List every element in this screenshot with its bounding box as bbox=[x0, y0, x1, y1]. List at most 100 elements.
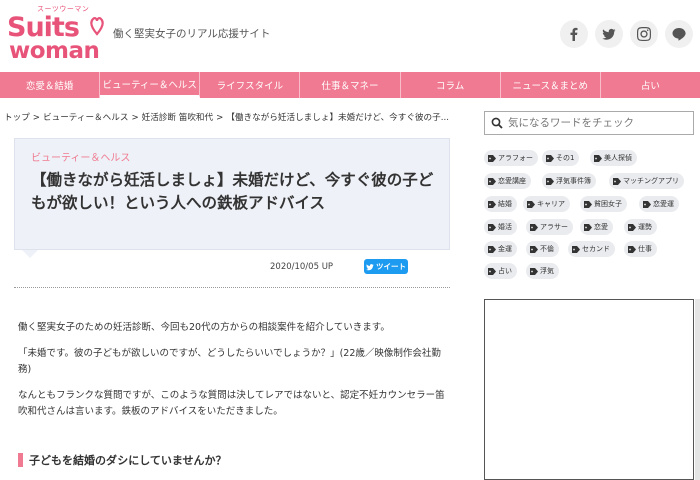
breadcrumb-separator: > bbox=[131, 113, 139, 123]
instagram-button[interactable] bbox=[630, 20, 658, 48]
tag-item[interactable]: セカンド bbox=[568, 241, 615, 257]
tag-label: 不倫 bbox=[540, 245, 554, 253]
tag-item[interactable]: 婚活 bbox=[484, 219, 517, 235]
article-paragraph: 働く堅実女子のための妊活診断、今回も20代の方からの相談案件を紹介していきます。 bbox=[18, 322, 390, 333]
line-icon bbox=[672, 28, 686, 41]
tag-label: セカンド bbox=[582, 245, 610, 253]
article-paragraph: なんともフランクな質問ですが、このような質問は決してレアではないと、認定不妊カウ… bbox=[18, 390, 445, 418]
tag-icon bbox=[546, 154, 554, 162]
nav-label: ニュース＆まとめ bbox=[512, 81, 589, 92]
tag-item[interactable]: 占い bbox=[484, 263, 517, 279]
tweet-button[interactable]: ツイート bbox=[364, 259, 408, 274]
tag-icon bbox=[546, 177, 554, 185]
tag-icon bbox=[584, 200, 592, 208]
nav-item-love[interactable]: 恋愛＆結婚 bbox=[0, 72, 101, 98]
tag-icon bbox=[488, 223, 496, 231]
tag-item[interactable]: 恋愛講座 bbox=[484, 173, 531, 189]
publish-date: 2020/10/05 UP bbox=[270, 262, 334, 272]
tag-item[interactable]: 恋愛 bbox=[580, 219, 613, 235]
tag-label: キャリア bbox=[537, 200, 565, 208]
breadcrumb-home[interactable]: トップ bbox=[4, 113, 30, 123]
breadcrumb: トップ > ビューティー＆ヘルス > 妊活診断 笛吹和代 > 【働きながら妊活しましょ】未婚… bbox=[4, 111, 460, 123]
nav-label: ライフスタイル bbox=[216, 81, 284, 92]
tag-icon bbox=[584, 223, 592, 231]
twitter-button[interactable] bbox=[595, 20, 623, 48]
nav-item-column[interactable]: コラム bbox=[401, 72, 501, 98]
nav-item-beauty[interactable]: ビューティー＆ヘルス bbox=[100, 72, 201, 98]
tag-icon bbox=[488, 200, 496, 208]
tag-icon bbox=[530, 245, 538, 253]
facebook-icon bbox=[570, 27, 578, 41]
ad-slot[interactable] bbox=[484, 299, 694, 480]
tag-label: マッチングアプリ bbox=[623, 177, 679, 185]
twitter-icon bbox=[602, 28, 616, 40]
tag-label: 恋愛運 bbox=[653, 200, 674, 208]
article-paragraph: 「未婚です。彼の子どもが欲しいのですが、どうしたらいいでしょうか？」(22歳／映… bbox=[18, 348, 441, 376]
tag-item[interactable]: 美人探偵 bbox=[590, 150, 637, 166]
logo-woman-text: woman bbox=[9, 38, 100, 64]
tag-item[interactable]: 恋愛運 bbox=[639, 196, 679, 212]
nav-item-news[interactable]: ニュース＆まとめ bbox=[501, 72, 601, 98]
breadcrumb-separator: > bbox=[32, 113, 40, 123]
divider bbox=[14, 287, 450, 288]
tag-icon bbox=[530, 267, 538, 275]
tag-label: 結婚 bbox=[498, 200, 512, 208]
tag-icon bbox=[488, 245, 496, 253]
section-heading-text: 子どもを結婚のダシにしていませんか？ bbox=[29, 454, 227, 467]
tag-icon bbox=[530, 223, 538, 231]
heading-accent-bar bbox=[18, 453, 23, 467]
tag-item[interactable]: キャリア bbox=[523, 196, 570, 212]
nav-label: ビューティー＆ヘルス bbox=[102, 79, 197, 91]
nav-item-fortune[interactable]: 占い bbox=[601, 72, 700, 98]
tag-label: 金運 bbox=[498, 245, 512, 253]
nav-label: コラム bbox=[436, 81, 465, 92]
site-logo[interactable]: スーツウーマン Suits woman bbox=[7, 4, 107, 66]
tag-item[interactable]: 金運 bbox=[484, 241, 517, 257]
tag-item[interactable]: 仕事 bbox=[624, 241, 657, 257]
tag-label: 恋愛講座 bbox=[498, 177, 526, 185]
tag-label: 浮気 bbox=[540, 267, 554, 275]
tag-label: 仕事 bbox=[638, 245, 652, 253]
article-category[interactable]: ビューティー＆ヘルス bbox=[31, 149, 130, 164]
tag-label: 貧困女子 bbox=[594, 200, 622, 208]
twitter-bird-icon bbox=[366, 263, 374, 270]
header-notch bbox=[22, 250, 38, 258]
tag-icon bbox=[643, 200, 651, 208]
breadcrumb-category[interactable]: ビューティー＆ヘルス bbox=[43, 113, 128, 123]
site-tagline: 働く堅実女子のリアル応援サイト bbox=[113, 28, 271, 40]
scrollbar-track[interactable] bbox=[695, 299, 700, 480]
search-box[interactable] bbox=[484, 111, 694, 135]
facebook-button[interactable] bbox=[560, 20, 588, 48]
tag-label: 恋愛 bbox=[594, 223, 608, 231]
search-icon bbox=[491, 117, 503, 129]
search-input[interactable] bbox=[508, 117, 693, 129]
tag-item[interactable]: アラフォー bbox=[484, 150, 538, 166]
tag-label: アラフォー bbox=[498, 154, 533, 162]
tag-item[interactable]: マッチングアプリ bbox=[609, 173, 684, 189]
nav-item-lifestyle[interactable]: ライフスタイル bbox=[200, 72, 301, 98]
site-header: スーツウーマン Suits woman 働く堅実女子のリアル応援サイト bbox=[0, 0, 700, 72]
tag-icon bbox=[488, 267, 496, 275]
tag-item[interactable]: アラサー bbox=[526, 219, 573, 235]
tag-item[interactable]: 貧困女子 bbox=[580, 196, 627, 212]
tag-item[interactable]: 結婚 bbox=[484, 196, 517, 212]
logo-ribbon-icon bbox=[90, 17, 104, 36]
line-button[interactable] bbox=[665, 20, 693, 48]
breadcrumb-series[interactable]: 妊活診断 笛吹和代 bbox=[142, 113, 213, 123]
tag-icon bbox=[488, 154, 496, 162]
tag-item[interactable]: 浮気 bbox=[526, 263, 559, 279]
nav-item-work[interactable]: 仕事＆マネー bbox=[300, 72, 401, 98]
tag-label: 占い bbox=[498, 267, 512, 275]
tag-item[interactable]: 不倫 bbox=[526, 241, 559, 257]
tag-icon bbox=[628, 245, 636, 253]
nav-label: 恋愛＆結婚 bbox=[25, 81, 74, 92]
instagram-icon bbox=[637, 27, 651, 41]
tag-label: 浮気事件簿 bbox=[556, 177, 591, 185]
breadcrumb-separator: > bbox=[216, 113, 224, 123]
tag-label: 運勢 bbox=[638, 223, 652, 231]
tag-label: 美人探偵 bbox=[604, 154, 632, 162]
tag-item[interactable]: 浮気事件簿 bbox=[542, 173, 596, 189]
tag-icon bbox=[613, 177, 621, 185]
tag-item[interactable]: その1 bbox=[542, 150, 580, 166]
tag-item[interactable]: 運勢 bbox=[624, 219, 657, 235]
